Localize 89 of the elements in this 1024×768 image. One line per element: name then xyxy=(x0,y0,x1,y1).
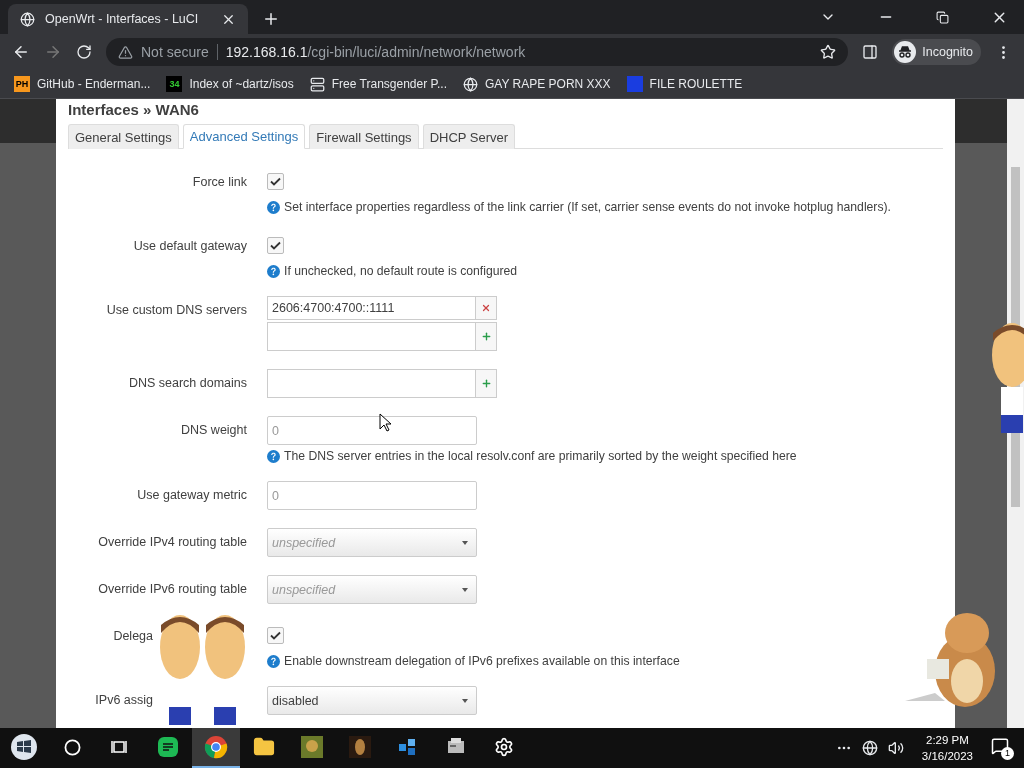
browser-tab[interactable]: OpenWrt - Interfaces - LuCI xyxy=(8,4,248,34)
field-label: IPv6 assig xyxy=(95,693,153,707)
task-view-icon xyxy=(111,739,129,755)
url-path: /cgi-bin/luci/admin/network/network xyxy=(307,44,526,60)
new-tab-icon[interactable] xyxy=(262,10,280,28)
input-field[interactable] xyxy=(267,369,475,398)
field-label: Use default gateway xyxy=(133,239,247,253)
mouse-pointer-icon xyxy=(379,413,391,432)
bookmark[interactable]: 34 Index of ~dartz/isos xyxy=(166,76,294,92)
field-label: Force link xyxy=(192,175,247,189)
profile-button[interactable]: Incognito xyxy=(892,39,981,65)
help-icon xyxy=(267,264,280,278)
check-icon xyxy=(270,241,281,250)
settings-icon xyxy=(494,737,514,757)
clock[interactable]: 2:29 PM 3/16/2023 xyxy=(921,732,973,764)
game-icon xyxy=(300,735,324,759)
browser-icon xyxy=(204,735,228,759)
creature-icon xyxy=(348,735,372,759)
caret-icon xyxy=(462,698,468,703)
globe-icon xyxy=(462,76,478,92)
field-label: DNS search domains xyxy=(128,376,247,390)
tab[interactable]: Advanced Settings xyxy=(182,124,306,149)
tab[interactable]: DHCP Server xyxy=(422,124,516,149)
header-bar xyxy=(0,99,56,143)
security-label: Not secure xyxy=(141,44,209,60)
input-field[interactable]: 0 xyxy=(267,416,477,445)
caret-icon xyxy=(462,540,468,545)
help-text-label: Enable downstream delegation of IPv6 prefixes available on this interface xyxy=(284,654,680,668)
windows-logo-icon xyxy=(10,733,38,761)
address-bar[interactable]: Not secure 192.168.16.1/cgi-bin/luci/admin/network/network xyxy=(106,38,849,66)
bookmark[interactable]: FILE ROULETTE xyxy=(626,76,743,92)
field-label: Use gateway metric xyxy=(137,488,247,502)
warning-icon xyxy=(118,44,133,60)
tab[interactable]: Firewall Settings xyxy=(309,124,419,149)
check-icon xyxy=(270,631,281,640)
favicon-icon xyxy=(626,76,643,92)
side-panel-icon[interactable] xyxy=(862,44,879,60)
checkbox[interactable] xyxy=(267,237,284,254)
globe-icon xyxy=(20,11,35,27)
help-text-label: Set interface properties regardless of the link carrier (If set, carrier sense events do not invoke hotplug handlers). xyxy=(284,200,891,214)
bookmark-label: GitHub - Enderman... xyxy=(37,77,151,91)
caret-icon xyxy=(462,587,468,592)
plus-icon xyxy=(480,378,492,389)
bookmark-label: Index of ~dartz/isos xyxy=(189,77,294,91)
restore-icon[interactable] xyxy=(936,10,949,24)
favicon-icon: PH xyxy=(14,76,30,92)
bookmark-label: GAY RAPE PORN XXX xyxy=(484,77,611,91)
help-text-label: The DNS server entries in the local resolv.conf are primarily sorted by the weight specified here xyxy=(284,449,797,463)
back-icon[interactable] xyxy=(12,43,30,61)
help-text-label: If unchecked, no default route is configured xyxy=(284,264,518,278)
search-icon xyxy=(63,738,81,756)
star-icon[interactable] xyxy=(820,44,837,60)
header-bar xyxy=(955,99,1007,143)
input-field[interactable]: 0 xyxy=(267,481,477,510)
help-icon xyxy=(267,200,280,214)
bookmark[interactable]: PH GitHub - Enderman... xyxy=(14,76,151,92)
remove-icon xyxy=(481,303,491,313)
checkbox[interactable] xyxy=(267,627,284,644)
field-label: DNS weight xyxy=(181,423,247,437)
input-field[interactable]: 2606:4700:4700::1111 xyxy=(267,296,475,320)
check-icon xyxy=(270,177,281,186)
field-label: Override IPv4 routing table xyxy=(98,535,247,549)
bookmark[interactable]: Free Transgender P... xyxy=(309,76,447,92)
checkbox[interactable] xyxy=(267,173,284,190)
tab[interactable]: General Settings xyxy=(68,124,179,149)
bookmark-label: Free Transgender P... xyxy=(331,77,447,91)
volume-icon[interactable] xyxy=(887,740,904,756)
field-label: Use custom DNS servers xyxy=(106,303,247,317)
input-field[interactable] xyxy=(267,322,475,351)
remove-button[interactable] xyxy=(475,296,497,320)
url-host: 192.168.16.1 xyxy=(225,44,308,60)
chat-app-icon xyxy=(157,736,179,758)
bookmark[interactable]: GAY RAPE PORN XXX xyxy=(462,76,611,92)
help-icon xyxy=(267,654,280,668)
field-label: Delega xyxy=(113,629,153,643)
plus-icon xyxy=(480,331,492,342)
forward-icon[interactable] xyxy=(44,43,62,61)
server-icon xyxy=(309,76,325,92)
dialog-title: Interfaces » WAN6 xyxy=(68,101,200,118)
taskbar-app[interactable] xyxy=(192,728,240,768)
incognito-icon xyxy=(894,41,917,63)
field-label: Override IPv6 routing table xyxy=(98,582,247,596)
favicon-icon: 34 xyxy=(166,76,183,92)
dropdown[interactable]: disabled xyxy=(267,686,477,715)
folder-icon xyxy=(253,736,275,758)
globe-icon[interactable] xyxy=(861,740,878,756)
help-icon xyxy=(267,449,280,463)
bookmark-label: FILE ROULETTE xyxy=(649,77,743,91)
reload-icon[interactable] xyxy=(76,44,92,60)
